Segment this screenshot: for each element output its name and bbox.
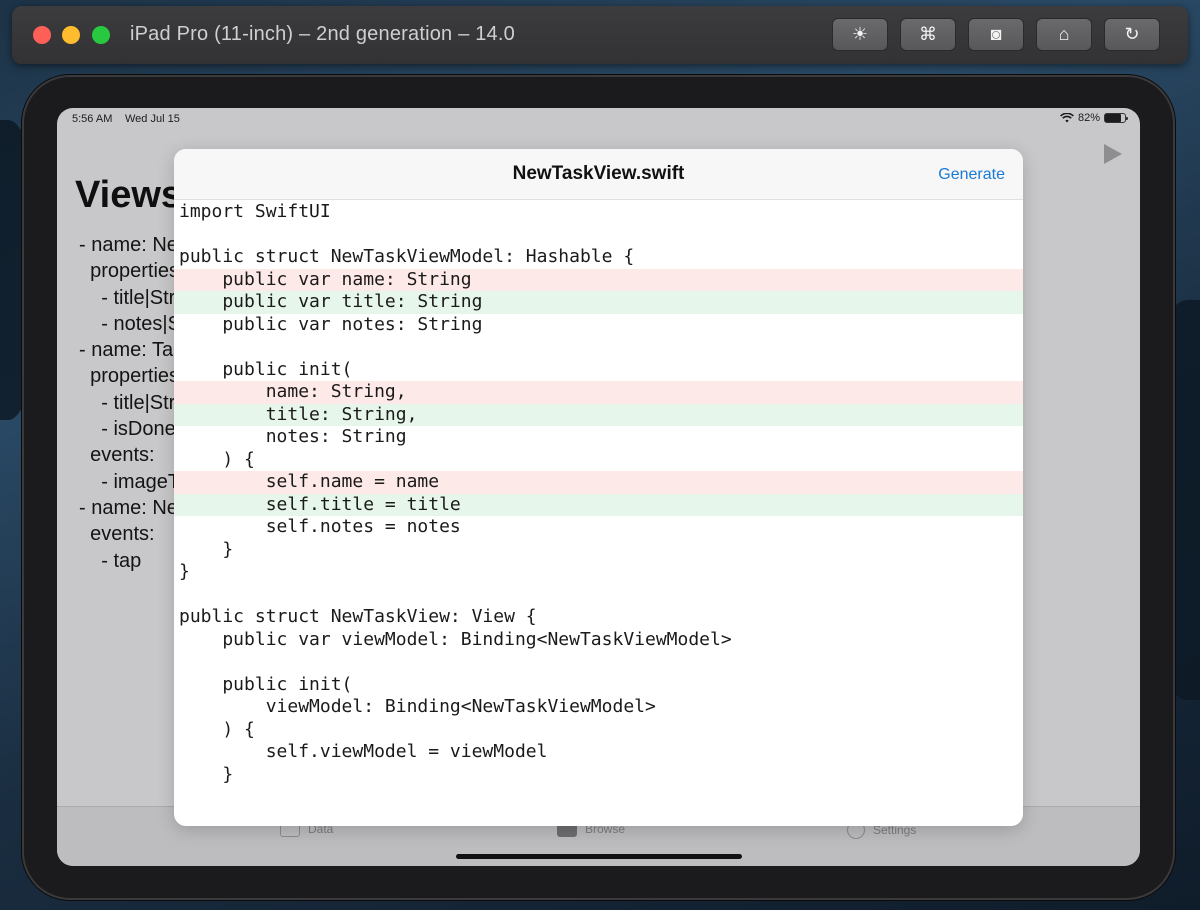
views-line: - title|Str [79, 391, 176, 414]
code-line: public var viewModel: Binding<NewTaskVie… [179, 628, 732, 650]
battery-icon [1104, 113, 1128, 123]
status-time: 5:56 AM [72, 113, 113, 125]
command-icon: ⌘ [919, 24, 937, 44]
close-window-button[interactable] [33, 26, 51, 44]
code-line-added: public var title: String [174, 291, 1023, 314]
views-line: - name: Ta [79, 339, 174, 362]
views-line: - notes|S [79, 312, 181, 335]
code-view[interactable]: import SwiftUI public struct NewTaskViewM… [174, 200, 1023, 786]
views-line: events: [79, 523, 155, 546]
views-line: - tap [79, 549, 142, 572]
play-icon[interactable] [1104, 144, 1122, 164]
code-line: viewModel: Binding<NewTaskViewModel> [179, 696, 656, 717]
screenshot-button[interactable]: ◙ [968, 18, 1024, 51]
status-indicators: 82% [1060, 112, 1128, 124]
sun-icon: ☀ [851, 24, 869, 44]
views-line: events: [79, 444, 155, 467]
generate-button[interactable]: Generate [938, 166, 1005, 184]
code-line: public init( [179, 673, 353, 695]
brightness-button[interactable]: ☀ [832, 18, 888, 51]
views-line: properties [79, 365, 180, 388]
code-line-removed: self.name = name [174, 471, 1023, 494]
battery-percent: 82% [1077, 112, 1100, 124]
code-line: public var notes: String [179, 313, 483, 335]
views-line: properties [79, 260, 180, 283]
code-line: } [179, 763, 234, 785]
views-line: - name: Ne [79, 234, 178, 256]
rotate-button[interactable]: ↻ [1104, 18, 1160, 51]
code-line-removed: name: String, [174, 381, 1023, 404]
command-button[interactable]: ⌘ [900, 18, 956, 51]
simulator-titlebar: iPad Pro (11-inch) – 2nd generation – 14… [12, 6, 1188, 64]
code-line: self.notes = notes [179, 516, 461, 537]
home-indicator[interactable] [456, 854, 742, 859]
minimize-window-button[interactable] [62, 26, 80, 44]
home-icon: ⌂ [1058, 24, 1070, 44]
code-line: self.viewModel = viewModel [179, 741, 548, 762]
views-line: - name: Ne [79, 496, 178, 519]
views-line: - title|Str [79, 286, 176, 309]
code-line: ) { [179, 718, 255, 740]
views-line: - imageT [79, 470, 181, 493]
zoom-window-button[interactable] [92, 26, 110, 44]
sheet-title: NewTaskView.swift [512, 163, 685, 184]
code-line: } [179, 561, 190, 582]
rotate-icon: ↻ [1124, 24, 1140, 44]
code-line: ) { [179, 448, 255, 470]
views-definition-text: - name: Ne properties - title|Str - note… [79, 232, 181, 574]
camera-icon: ◙ [990, 24, 1002, 44]
wifi-icon [1060, 113, 1074, 123]
code-line: public struct NewTaskViewModel: Hashable… [179, 246, 635, 267]
code-line-removed: public var name: String [174, 268, 1023, 291]
code-line: notes: String [179, 426, 407, 447]
page-title: Views [75, 174, 183, 216]
status-date: Wed Jul 15 [125, 113, 180, 125]
code-line: public init( [179, 358, 353, 380]
code-line: } [179, 538, 234, 560]
battery-level [1105, 114, 1122, 122]
code-line-added: self.title = title [174, 493, 1023, 516]
code-line-added: title: String, [174, 403, 1023, 426]
code-preview-sheet: NewTaskView.swift Generate import SwiftU… [174, 149, 1023, 826]
code-line: import SwiftUI [179, 201, 331, 222]
views-line: - isDone [79, 418, 176, 441]
window-title: iPad Pro (11-inch) – 2nd generation – 14… [130, 23, 515, 45]
sheet-header: NewTaskView.swift Generate [174, 149, 1023, 200]
code-line: public struct NewTaskView: View { [179, 606, 537, 627]
home-button[interactable]: ⌂ [1036, 18, 1092, 51]
